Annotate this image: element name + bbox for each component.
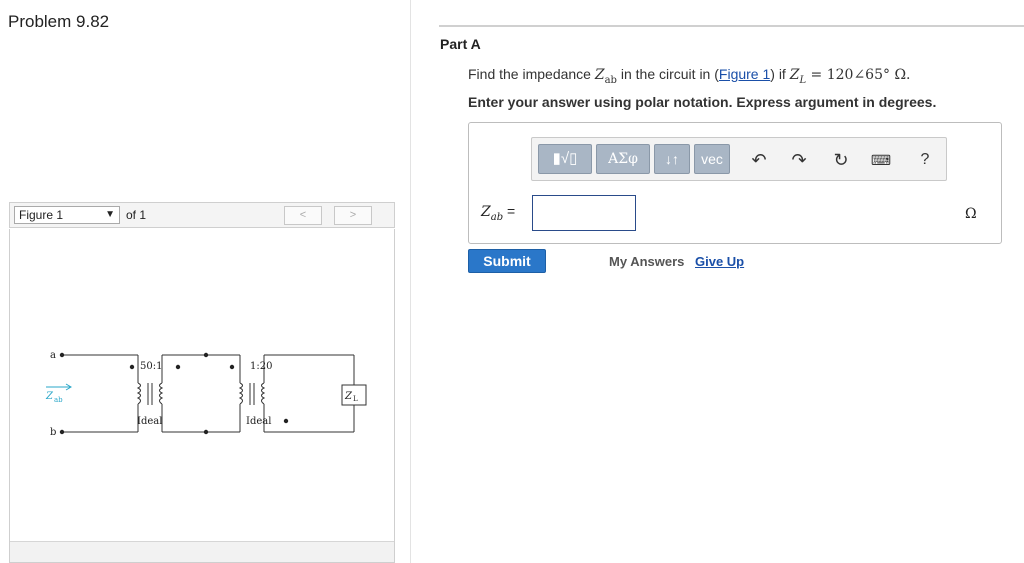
redo-icon[interactable]: ↷ <box>786 147 812 173</box>
templates-button[interactable]: ▮√▯ <box>538 144 592 174</box>
figure-toolbar: Figure 1 ▼ of 1 < > <box>9 202 395 228</box>
undo-icon[interactable]: ↶ <box>746 147 772 173</box>
transformer-2-ratio: 1:20 <box>250 361 272 372</box>
left-pane: Problem 9.82 Figure 1 ▼ of 1 < > a b Z a… <box>0 0 411 563</box>
reset-icon[interactable]: ↻ <box>828 147 854 173</box>
instructions: Enter your answer using polar notation. … <box>468 94 937 110</box>
question-text: Find the impedance Zab in the circuit in… <box>468 66 911 86</box>
figure-footer <box>10 541 394 562</box>
problem-title: Problem 9.82 <box>8 12 110 31</box>
my-answers-link[interactable]: My Answers <box>609 254 684 269</box>
submit-button[interactable]: Submit <box>468 249 546 273</box>
vec-button[interactable]: vec <box>694 144 730 174</box>
next-figure-button[interactable]: > <box>334 206 372 225</box>
prev-figure-button[interactable]: < <box>284 206 322 225</box>
help-button[interactable]: ? <box>912 147 938 173</box>
zab-arrow-sub: ab <box>54 396 63 404</box>
answer-label: Zab = <box>481 203 516 223</box>
updown-button[interactable]: ↓↑ <box>654 144 690 174</box>
divider <box>439 25 1024 27</box>
terminal-a-label: a <box>50 350 56 361</box>
transformer-1-type: Ideal <box>137 416 162 427</box>
dropdown-arrow-icon: ▼ <box>105 209 115 220</box>
answer-box: ▮√▯ ΑΣφ ↓↑ vec ↶ ↷ ↻ ⌨ ? Zab = Ω <box>468 122 1002 244</box>
part-title: Part A <box>440 36 481 52</box>
figure-select[interactable]: Figure 1 ▼ <box>14 206 120 224</box>
math-toolbar: ▮√▯ ΑΣφ ↓↑ vec ↶ ↷ ↻ ⌨ ? <box>531 137 947 181</box>
keyboard-icon[interactable]: ⌨ <box>868 147 894 173</box>
circuit-diagram: a b Z ab 50:1 Ideal 1:20 Ideal Z L <box>45 350 367 438</box>
transformer-2-type: Ideal <box>246 416 271 427</box>
answer-unit: Ω <box>965 206 977 222</box>
terminal-b-label: b <box>50 427 56 438</box>
symbols-button[interactable]: ΑΣφ <box>596 144 650 174</box>
load-label: Z <box>344 391 353 402</box>
figure-panel: a b Z ab 50:1 Ideal 1:20 Ideal Z L <box>9 229 395 563</box>
transformer-1-ratio: 50:1 <box>140 361 162 372</box>
right-pane: Part A Find the impedance Zab in the cir… <box>411 0 1024 563</box>
figure-select-value: Figure 1 <box>19 208 64 222</box>
zab-arrow-label: Z <box>45 391 54 402</box>
figure-link[interactable]: Figure 1 <box>719 66 770 82</box>
load-sub: L <box>353 395 358 403</box>
give-up-link[interactable]: Give Up <box>695 254 744 269</box>
answer-input[interactable] <box>532 195 636 231</box>
figure-count: of 1 <box>126 208 147 222</box>
